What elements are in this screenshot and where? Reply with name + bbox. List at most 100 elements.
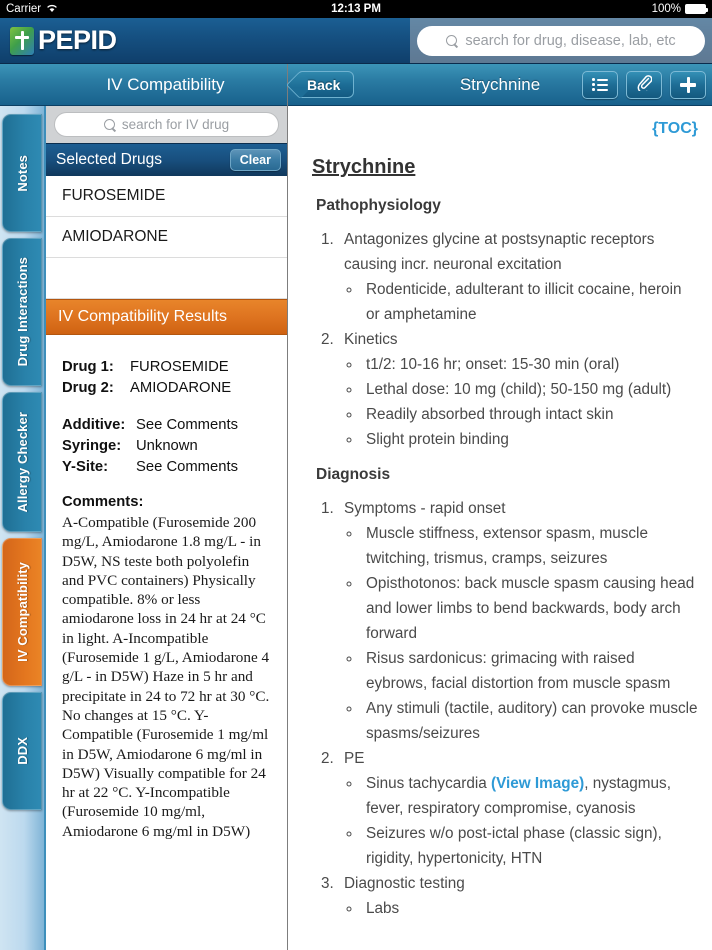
drug1-label: Drug 1:: [62, 359, 114, 375]
view-image-link[interactable]: (View Image): [491, 775, 584, 792]
brand-logo[interactable]: PEPID: [0, 25, 117, 55]
iv-search-placeholder: search for IV drug: [121, 117, 230, 132]
status-bar-right: 100%: [651, 3, 708, 15]
selected-drug-list: FUROSEMIDE AMIODARONE: [46, 176, 287, 299]
section-list: Antagonizes glycine at postsynaptic rece…: [338, 227, 698, 452]
sub-list: Labs: [362, 896, 698, 921]
left-panel-title: IV Compatibility: [0, 64, 287, 106]
sub-list-item: Sinus tachycardia (View Image), nystagmu…: [362, 771, 698, 821]
sub-list-item: Any stimuli (tactile, auditory) can prov…: [362, 696, 698, 746]
section-list: Symptoms - rapid onset Muscle stiffness,…: [338, 496, 698, 921]
sidebar-item-label: Notes: [14, 154, 30, 192]
comments-label: Comments:: [62, 494, 144, 510]
section-heading: Pathophysiology: [316, 197, 441, 214]
list-item-empty[interactable]: [46, 258, 287, 299]
sidebar-item-ddx[interactable]: DDX: [2, 692, 42, 810]
brand-name: PEPID: [38, 25, 117, 55]
result-row-drug2: Drug 2: AMIODARONE: [62, 378, 273, 399]
iv-search-strip: search for IV drug: [46, 106, 287, 143]
clear-button[interactable]: Clear: [229, 149, 281, 171]
sub-list: Rodenticide, adulterant to illicit cocai…: [362, 277, 698, 327]
sidebar-item-label: DDX: [14, 737, 30, 765]
drug1-value: FUROSEMIDE: [130, 359, 229, 375]
search-icon: [103, 118, 116, 131]
status-bar-left: Carrier: [6, 3, 58, 16]
sub-list-item: Slight protein binding: [362, 427, 698, 452]
result-row-syringe: Syringe: Unknown: [62, 436, 273, 457]
selected-drugs-title: Selected Drugs: [56, 151, 162, 168]
list-icon: [592, 78, 608, 91]
drug2-label: Drug 2:: [62, 380, 114, 396]
additive-label: Additive:: [62, 417, 126, 433]
sidebar-item-label: Drug Interactions: [14, 257, 30, 367]
sidebar-item-iv-compatibility[interactable]: IV Compatibility: [2, 538, 42, 686]
result-row-ysite: Y-Site: See Comments: [62, 457, 273, 478]
list-item: Antagonizes glycine at postsynaptic rece…: [338, 227, 698, 327]
ysite-label: Y-Site:: [62, 459, 109, 475]
ysite-value: See Comments: [136, 459, 238, 475]
search-icon: [446, 34, 458, 47]
battery-percent-label: 100%: [651, 3, 681, 15]
comments-text: A-Compatible (Furosemide 200 mg/L, Amiod…: [62, 514, 270, 840]
list-item[interactable]: AMIODARONE: [46, 217, 287, 258]
sub-list: Sinus tachycardia (View Image), nystagmu…: [362, 771, 698, 871]
right-column: Back Strychnine {TOC} Strychnine Pathoph…: [287, 64, 712, 950]
global-search-container: search for drug, disease, lab, etc: [410, 18, 712, 63]
list-item: PE Sinus tachycardia (View Image), nysta…: [338, 746, 698, 871]
section-heading: Diagnosis: [316, 466, 391, 483]
left-lower: Notes Drug Interactions Allergy Checker …: [0, 106, 287, 950]
sub-list-item: Risus sardonicus: grimacing with raised …: [362, 646, 698, 696]
add-button[interactable]: [670, 70, 706, 99]
back-button-label: Back: [307, 76, 341, 93]
paperclip-icon: [637, 74, 652, 96]
left-column: IV Compatibility Notes Drug Interactions…: [0, 64, 287, 950]
iv-compatibility-panel: search for IV drug Selected Drugs Clear …: [44, 106, 287, 950]
syringe-value: Unknown: [136, 438, 198, 454]
list-item: Symptoms - rapid onset Muscle stiffness,…: [338, 496, 698, 746]
battery-icon: [685, 4, 708, 14]
wifi-icon: [46, 3, 58, 16]
selected-drugs-header: Selected Drugs Clear: [46, 143, 287, 176]
plus-icon: [680, 76, 696, 93]
toc-list-button[interactable]: [582, 70, 618, 99]
iv-results-body: Drug 1: FUROSEMIDE Drug 2: AMIODARONE Ad…: [46, 335, 287, 950]
sub-list-item: Muscle stiffness, extensor spasm, muscle…: [362, 521, 698, 571]
global-search-input[interactable]: search for drug, disease, lab, etc: [417, 25, 705, 56]
sub-list-item: t1/2: 10-16 hr; onset: 15-30 min (oral): [362, 352, 698, 377]
sub-item-pre: Sinus tachycardia: [366, 775, 491, 792]
list-item: Kinetics t1/2: 10-16 hr; onset: 15-30 mi…: [338, 327, 698, 452]
navbar-actions: [582, 70, 706, 99]
sub-list-item: Opisthotonos: back muscle spasm causing …: [362, 571, 698, 646]
drug2-value: AMIODARONE: [130, 380, 232, 396]
list-item[interactable]: FUROSEMIDE: [46, 176, 287, 217]
list-item-text: Kinetics: [344, 331, 398, 348]
app-header: PEPID search for drug, disease, lab, etc: [0, 18, 712, 64]
result-row-drug1: Drug 1: FUROSEMIDE: [62, 357, 273, 378]
carrier-label: Carrier: [6, 3, 42, 15]
iv-drug-search-input[interactable]: search for IV drug: [54, 112, 279, 137]
list-item: Diagnostic testing Labs: [338, 871, 698, 921]
list-item-text: Diagnostic testing: [344, 875, 465, 892]
sidebar-item-allergy-checker[interactable]: Allergy Checker: [2, 392, 42, 532]
list-item-text: Antagonizes glycine at postsynaptic rece…: [344, 231, 655, 273]
tool-tab-rail: Notes Drug Interactions Allergy Checker …: [0, 106, 44, 950]
content-navbar: Back Strychnine: [288, 64, 712, 106]
additive-value: See Comments: [136, 417, 238, 433]
status-bar-clock: 12:13 PM: [331, 3, 381, 15]
app-root: Carrier 12:13 PM 100% PEPID search for d…: [0, 0, 712, 950]
sidebar-item-notes[interactable]: Notes: [2, 114, 42, 232]
pepid-caduceus-logo-icon: [10, 26, 34, 55]
document-title: Strychnine: [312, 156, 416, 178]
toc-link[interactable]: {TOC}: [304, 120, 698, 138]
ios-status-bar: Carrier 12:13 PM 100%: [0, 0, 712, 18]
result-row-additive: Additive: See Comments: [62, 415, 273, 436]
global-search-placeholder: search for drug, disease, lab, etc: [465, 32, 676, 49]
split-view: IV Compatibility Notes Drug Interactions…: [0, 64, 712, 950]
syringe-label: Syringe:: [62, 438, 122, 454]
list-item-text: PE: [344, 750, 365, 767]
attachments-button[interactable]: [626, 70, 662, 99]
back-button[interactable]: Back: [298, 71, 355, 98]
sidebar-item-drug-interactions[interactable]: Drug Interactions: [2, 238, 42, 386]
